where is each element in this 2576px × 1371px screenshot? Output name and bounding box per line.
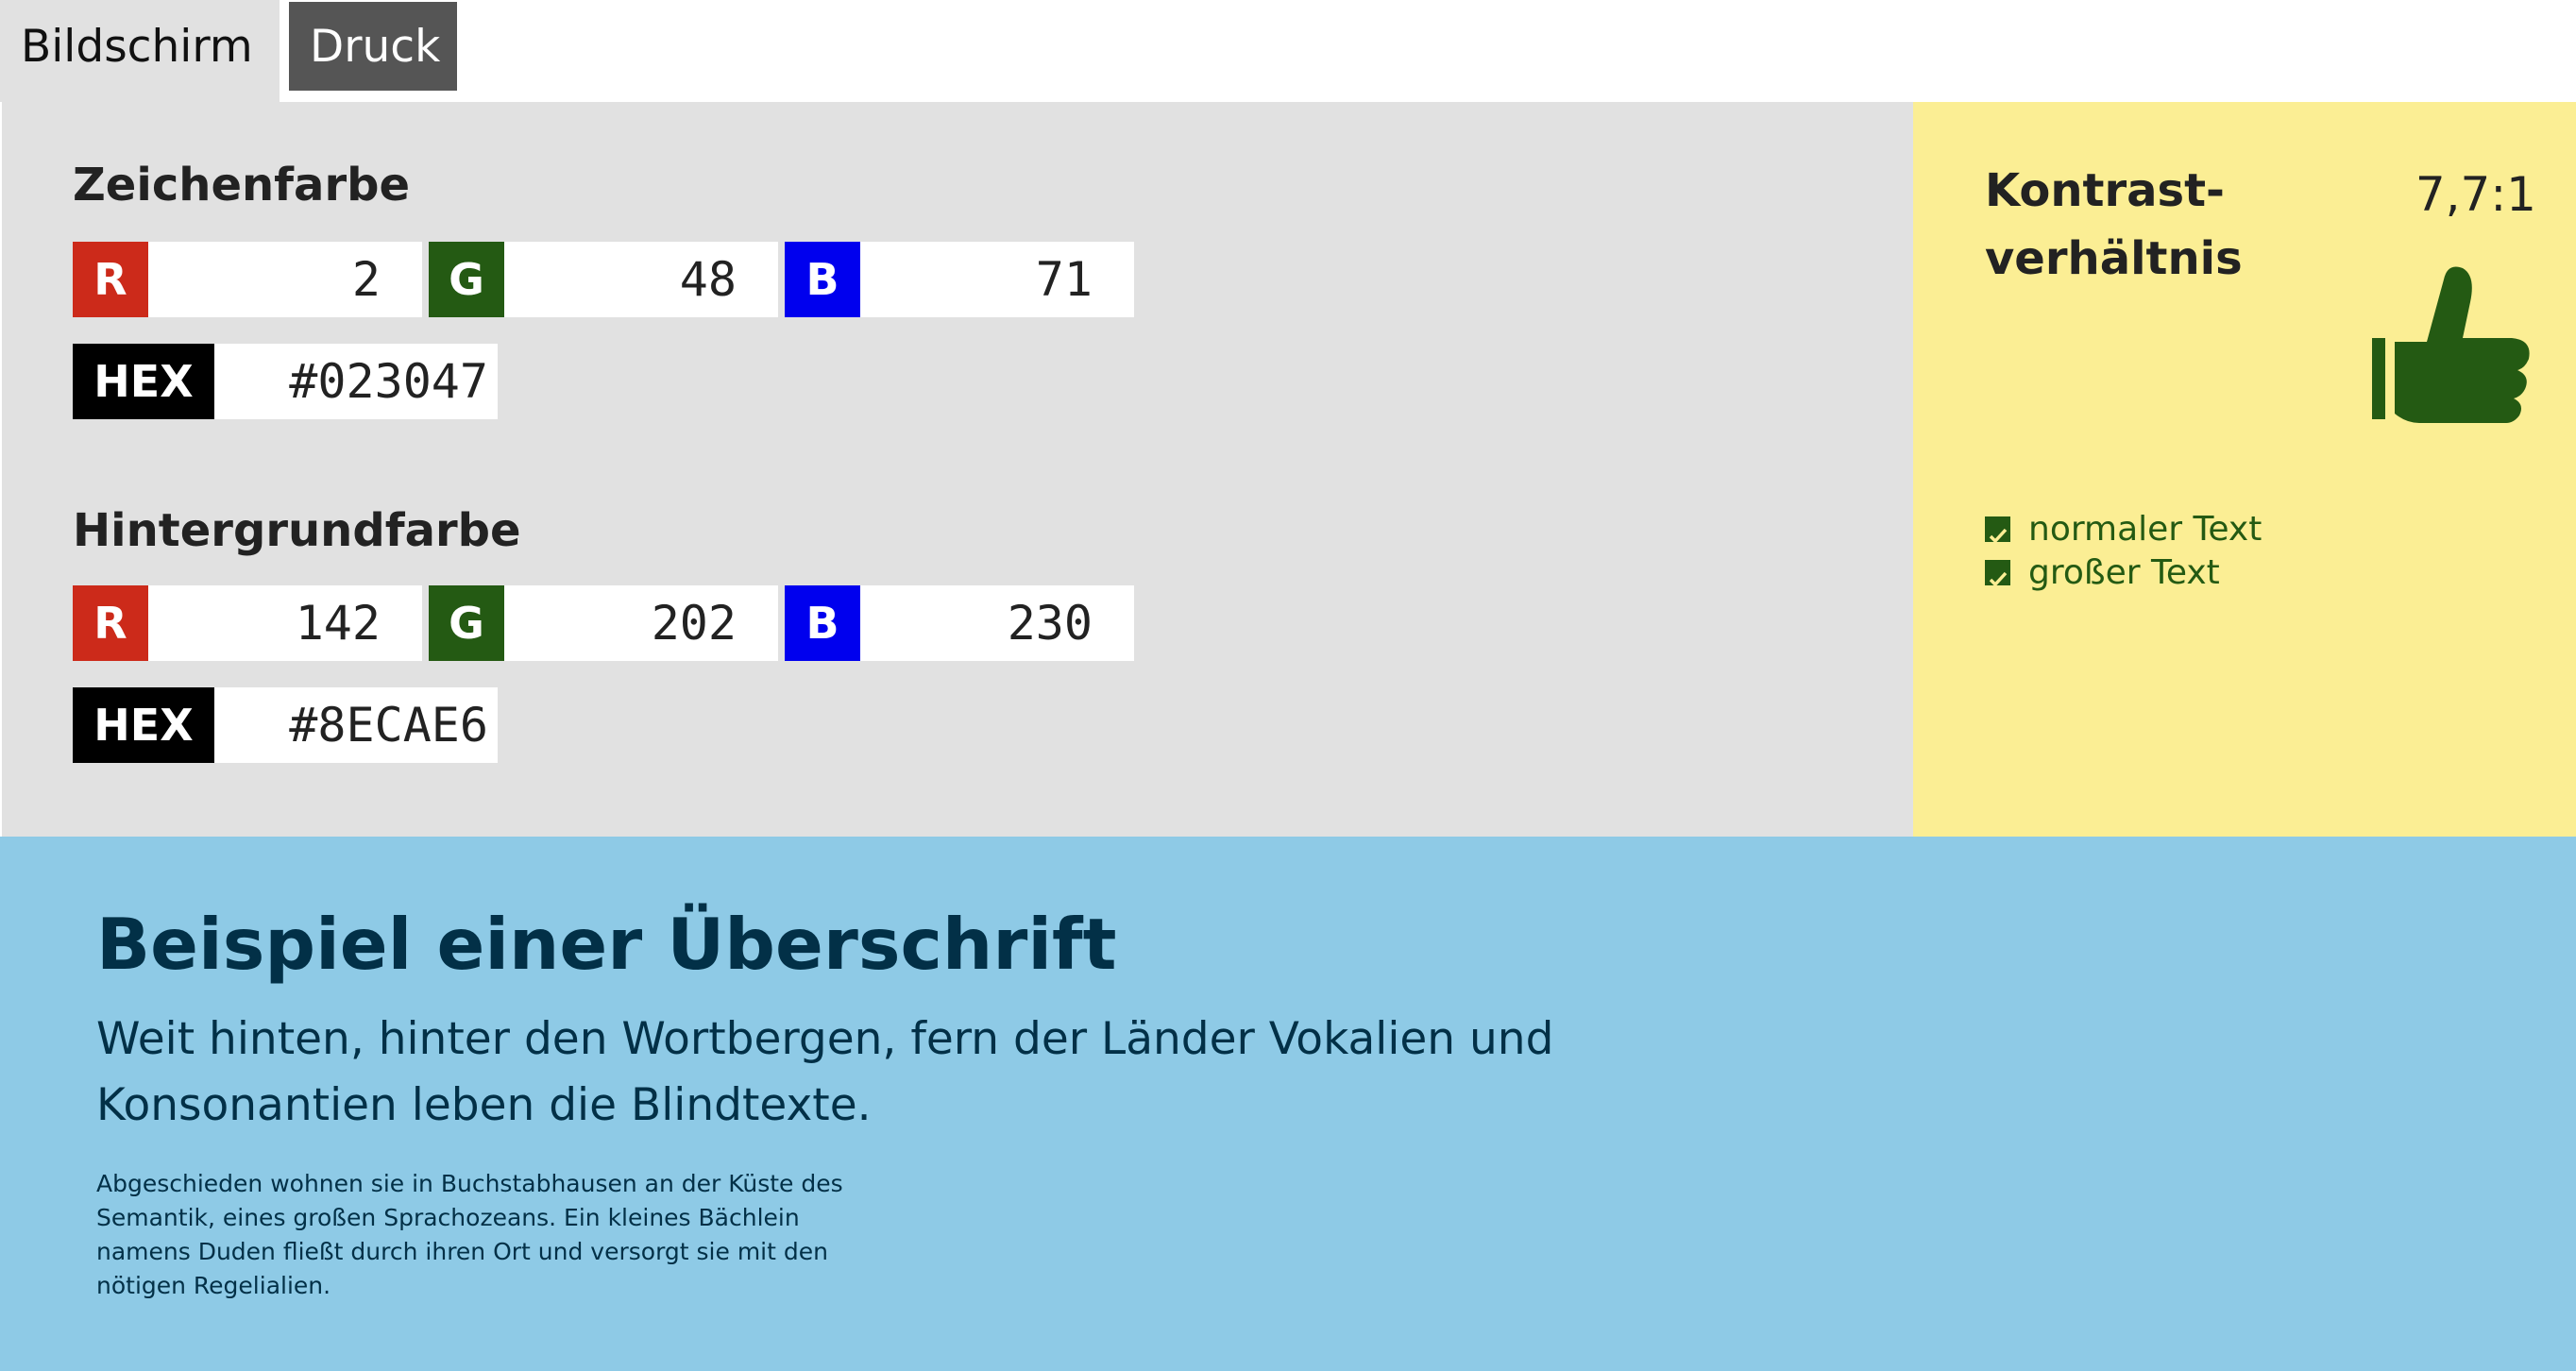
- green-channel-label: G: [429, 585, 504, 661]
- tab-druck[interactable]: Druck: [289, 2, 457, 91]
- red-channel-label: R: [73, 585, 148, 661]
- contrast-title: Kontrast- verhältnis: [1985, 157, 2268, 293]
- blue-channel-label: B: [785, 242, 860, 317]
- contrast-title-line1: Kontrast-: [1985, 164, 2225, 217]
- checkbox-checked-icon: [1985, 516, 2010, 544]
- check-normal-text: normaler Text: [1985, 508, 2262, 551]
- background-green-field: G: [429, 585, 778, 661]
- green-channel-label: G: [429, 242, 504, 317]
- background-section-title: Hintergrundfarbe: [73, 504, 521, 557]
- foreground-red-input[interactable]: [148, 242, 422, 317]
- hex-label: HEX: [73, 687, 214, 763]
- check-large-text: großer Text: [1985, 551, 2262, 595]
- tab-bar: Bildschirm Druck: [0, 0, 2576, 102]
- contrast-ratio-value: 7,7:1: [2415, 167, 2536, 222]
- preview-lead-text: Weit hinten, hinter den Wortbergen, fern…: [96, 1013, 1554, 1131]
- check-large-text-label: großer Text: [2028, 553, 2220, 592]
- hex-label: HEX: [73, 344, 214, 419]
- background-blue-field: B: [785, 585, 1134, 661]
- background-red-field: R: [73, 585, 422, 661]
- tab-bildschirm[interactable]: Bildschirm: [0, 0, 280, 102]
- foreground-section-title: Zeichenfarbe: [73, 159, 411, 212]
- foreground-green-input[interactable]: [504, 242, 778, 317]
- preview-heading: Beispiel einer Überschrift: [96, 903, 1117, 986]
- background-hex-field: HEX: [73, 687, 498, 763]
- foreground-red-field: R: [73, 242, 422, 317]
- foreground-blue-input[interactable]: [860, 242, 1134, 317]
- checkbox-checked-icon: [1985, 560, 2010, 587]
- foreground-blue-field: B: [785, 242, 1134, 317]
- foreground-hex-field: HEX: [73, 344, 498, 419]
- preview-small-text: Abgeschieden wohnen sie in Buchstabhause…: [96, 1170, 843, 1299]
- background-blue-input[interactable]: [860, 585, 1134, 661]
- contrast-check-list: normaler Text großer Text: [1985, 508, 2262, 595]
- foreground-green-field: G: [429, 242, 778, 317]
- foreground-hex-input[interactable]: [214, 344, 498, 419]
- contrast-checker-app: Bildschirm Druck Zeichenfarbe R G B HEX …: [0, 0, 2576, 1371]
- contrast-result-panel: Kontrast- verhältnis 7,7:1 normaler Text: [1913, 102, 2576, 837]
- blue-channel-label: B: [785, 585, 860, 661]
- check-normal-text-label: normaler Text: [2028, 510, 2262, 549]
- background-red-input[interactable]: [148, 585, 422, 661]
- color-controls-panel: Zeichenfarbe R G B HEX Hintergrundfarbe …: [2, 102, 1913, 837]
- contrast-title-line2: verhältnis: [1985, 232, 2243, 285]
- red-channel-label: R: [73, 242, 148, 317]
- background-green-input[interactable]: [504, 585, 778, 661]
- preview-area: Beispiel einer Überschrift Weit hinten, …: [0, 837, 2576, 1371]
- thumbs-up-icon: [2372, 266, 2530, 423]
- background-hex-input[interactable]: [214, 687, 498, 763]
